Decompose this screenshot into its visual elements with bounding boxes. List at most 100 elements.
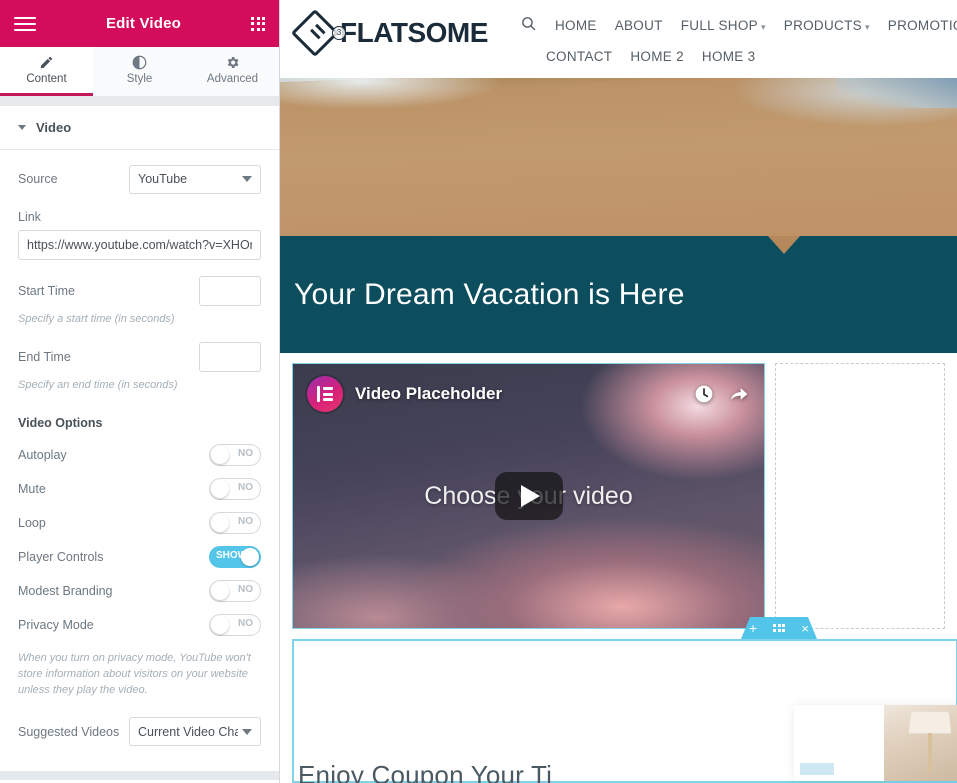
tab-style[interactable]: Style bbox=[93, 47, 186, 96]
add-section-button[interactable]: + bbox=[749, 621, 757, 635]
column-video[interactable]: Video Placeholder Choose video bbox=[292, 363, 765, 629]
privacy-mode-state: NO bbox=[238, 617, 253, 629]
pencil-icon bbox=[39, 55, 54, 70]
logo-badge: 3 bbox=[332, 26, 347, 40]
suggested-videos-select[interactable]: Current Video Chann bbox=[129, 717, 261, 747]
chevron-down-icon bbox=[18, 125, 26, 130]
start-time-label: Start Time bbox=[18, 284, 75, 298]
nav-row-primary: HOME ABOUT FULL SHOP▾ PRODUCTS▾ PROMOTIO… bbox=[520, 15, 957, 35]
chevron-down-icon bbox=[242, 176, 252, 182]
logo-text: FLATSOME bbox=[340, 17, 488, 48]
nav-item-full-shop-label: FULL SHOP bbox=[680, 17, 758, 33]
toggle-row-loop: Loop NO bbox=[0, 506, 279, 540]
end-time-input[interactable] bbox=[199, 341, 261, 372]
player-controls-toggle[interactable]: SHOW bbox=[209, 545, 261, 568]
toggle-knob bbox=[211, 445, 229, 464]
mute-toggle[interactable]: NO bbox=[209, 477, 261, 500]
end-time-label: End Time bbox=[18, 349, 71, 364]
tab-style-label: Style bbox=[126, 73, 153, 85]
privacy-mode-hint: When you turn on privacy mode, YouTube w… bbox=[18, 651, 251, 696]
toggle-row-autoplay: Autoplay NO bbox=[0, 438, 279, 472]
start-time-input[interactable] bbox=[199, 276, 261, 306]
toggle-row-mute: Mute NO bbox=[0, 472, 279, 506]
toggle-knob bbox=[211, 479, 229, 498]
link-label: Link bbox=[18, 210, 41, 224]
nav-item-home-3[interactable]: HOME 3 bbox=[702, 49, 756, 64]
modest-branding-state: NO bbox=[238, 583, 253, 595]
panel-tabs: Content Style Advanced bbox=[0, 47, 279, 97]
toggle-knob bbox=[211, 615, 229, 634]
lower-section-heading: Enjoy Coupon Your Ti bbox=[298, 760, 553, 783]
suggested-videos-value: Current Video Chann bbox=[138, 724, 238, 739]
column-empty[interactable] bbox=[775, 363, 945, 629]
product-thumbnail-card[interactable] bbox=[794, 705, 957, 781]
panel-body: Source YouTube Link Start Time Specify a… bbox=[0, 150, 279, 783]
end-time-hint: Specify an end time (in seconds) bbox=[18, 378, 178, 391]
control-link: Link bbox=[0, 210, 279, 260]
section-title-video: Video bbox=[36, 120, 72, 135]
nav-item-home[interactable]: HOME bbox=[555, 18, 597, 33]
search-icon[interactable] bbox=[520, 15, 537, 35]
tab-content[interactable]: Content bbox=[0, 47, 93, 96]
nav-item-promotions[interactable]: PROMOTIONS bbox=[888, 18, 957, 33]
hero-banner[interactable]: Your Dream Vacation is Here bbox=[280, 236, 957, 353]
video-options-title: Video Options bbox=[18, 415, 103, 430]
tab-advanced-label: Advanced bbox=[206, 73, 259, 85]
control-source: Source YouTube bbox=[0, 162, 279, 196]
toggle-row-privacy-mode: Privacy Mode NO bbox=[0, 608, 279, 642]
nav-item-products[interactable]: PRODUCTS ▾ bbox=[784, 18, 870, 33]
privacy-mode-label: Privacy Mode bbox=[18, 617, 94, 632]
source-select[interactable]: YouTube bbox=[129, 164, 261, 194]
chevron-down-icon: ▾ bbox=[864, 21, 870, 32]
autoplay-toggle[interactable]: NO bbox=[209, 443, 261, 466]
gear-icon bbox=[225, 55, 240, 70]
link-input[interactable] bbox=[18, 230, 261, 260]
nav-item-full-shop[interactable]: FULL SHOP ▾ bbox=[681, 18, 766, 33]
modest-branding-toggle[interactable]: NO bbox=[209, 579, 261, 602]
tab-content-label: Content bbox=[26, 73, 67, 85]
contrast-icon bbox=[132, 55, 147, 70]
lamp-shade-shape bbox=[908, 711, 952, 734]
autoplay-label: Autoplay bbox=[18, 447, 67, 462]
chevron-down-icon: ▾ bbox=[760, 21, 766, 32]
control-end-time: End Time bbox=[0, 340, 279, 374]
toggle-row-player-controls: Player Controls SHOW bbox=[0, 540, 279, 574]
hamburger-icon[interactable] bbox=[14, 16, 36, 31]
close-section-button[interactable]: × bbox=[801, 622, 809, 635]
nav-item-about[interactable]: ABOUT bbox=[615, 18, 663, 33]
drag-handle-icon[interactable] bbox=[773, 624, 785, 632]
flatsome-diamond-icon: 3 bbox=[290, 8, 347, 58]
modest-branding-label: Modest Branding bbox=[18, 583, 113, 598]
nav-item-products-label: PRODUCTS bbox=[783, 17, 862, 33]
tabs-separator bbox=[0, 97, 279, 106]
tab-advanced[interactable]: Advanced bbox=[186, 47, 279, 96]
site-nav: HOME ABOUT FULL SHOP▾ PRODUCTS▾ PROMOTIO… bbox=[520, 12, 957, 64]
play-button-icon[interactable] bbox=[494, 472, 563, 520]
toggle-row-modest-branding: Modest Branding NO bbox=[0, 574, 279, 608]
chevron-down-icon bbox=[242, 728, 252, 735]
autoplay-state: NO bbox=[238, 447, 253, 459]
nav-item-home-2[interactable]: HOME 2 bbox=[630, 49, 684, 64]
video-widget[interactable]: Video Placeholder Choose video bbox=[292, 363, 765, 629]
player-controls-state: SHOW bbox=[216, 549, 248, 561]
video-center: Choose your video bbox=[293, 364, 764, 628]
privacy-mode-toggle[interactable]: NO bbox=[209, 613, 261, 636]
control-start-time: Start Time bbox=[0, 274, 279, 308]
section-toolbar: + × bbox=[741, 617, 817, 639]
site-logo[interactable]: 3 FLATSOME bbox=[290, 8, 520, 58]
lamp-stem-shape bbox=[928, 733, 932, 773]
play-triangle bbox=[521, 485, 540, 507]
lower-section[interactable]: Enjoy Coupon Your Ti bbox=[292, 639, 957, 783]
hero-beach-image bbox=[280, 78, 957, 236]
source-value: YouTube bbox=[138, 172, 188, 186]
section-columns: Video Placeholder Choose video bbox=[280, 363, 957, 629]
player-controls-label: Player Controls bbox=[18, 549, 104, 564]
section-header-video[interactable]: Video bbox=[0, 106, 279, 150]
toggle-knob bbox=[211, 513, 229, 532]
nav-item-contact[interactable]: CONTACT bbox=[546, 49, 612, 64]
mute-label: Mute bbox=[18, 481, 46, 496]
grid-icon[interactable] bbox=[251, 16, 265, 31]
editor-stage: Video Placeholder Choose video + × bbox=[280, 353, 957, 629]
loop-toggle[interactable]: NO bbox=[209, 511, 261, 534]
site-header: 3 FLATSOME HOME ABOUT FULL SHOP ▾ PRODUCT… bbox=[280, 0, 957, 78]
